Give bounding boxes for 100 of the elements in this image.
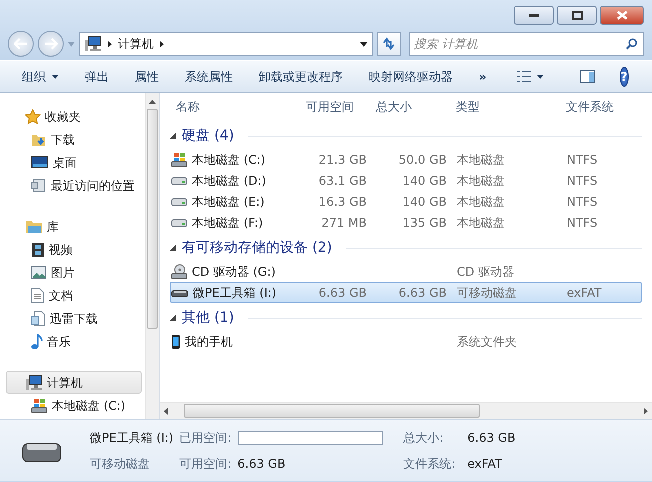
list-view-icon bbox=[516, 70, 531, 82]
detail-label: 已用空间: bbox=[180, 430, 232, 446]
table-cell: NTFS bbox=[567, 216, 598, 230]
search-field[interactable]: 搜索 计算机 bbox=[409, 32, 644, 56]
file-row[interactable]: 我的手机 系统文件夹 bbox=[170, 331, 642, 352]
drive-icon bbox=[171, 218, 188, 228]
sidebar-scrollbar[interactable] bbox=[145, 93, 159, 419]
back-button[interactable] bbox=[8, 31, 34, 57]
sidebar-label: 最近访问的位置 bbox=[51, 178, 135, 194]
sidebar-label: 收藏夹 bbox=[45, 108, 81, 126]
sidebar-label: 本地磁盘 (C:) bbox=[52, 398, 126, 414]
sidebar-item[interactable]: 收藏夹 bbox=[6, 105, 142, 128]
sidebar-label: 迅雷下载 bbox=[50, 310, 98, 328]
group-heading[interactable]: 有可移动存储的设备 (2) bbox=[182, 238, 332, 258]
group-heading[interactable]: 其他 (1) bbox=[182, 308, 234, 328]
table-cell: 可移动磁盘 bbox=[457, 286, 517, 300]
pane-icon bbox=[580, 70, 596, 84]
sidebar-item[interactable]: 桌面 bbox=[6, 151, 142, 174]
drive-name: 本地磁盘 (D:) bbox=[192, 172, 266, 190]
sidebar-item[interactable]: 下载 bbox=[6, 128, 142, 151]
column-header[interactable]: 名称 bbox=[170, 98, 300, 116]
computer-icon bbox=[84, 36, 102, 52]
refresh-button[interactable] bbox=[377, 32, 401, 56]
breadcrumb-item[interactable]: 计算机 bbox=[118, 35, 154, 53]
toolbar-button[interactable]: 属性 bbox=[127, 64, 167, 88]
table-cell: 271 MB bbox=[322, 216, 367, 230]
file-row[interactable]: 本地磁盘 (C:) 21.3 GB 50.0 GB 本地磁盘 NTFS bbox=[170, 149, 642, 170]
minimize-icon bbox=[529, 14, 539, 18]
sidebar-label: 图片 bbox=[51, 264, 75, 282]
column-header[interactable]: 文件系统 bbox=[560, 98, 630, 116]
picture-icon bbox=[31, 266, 47, 280]
column-header[interactable]: 可用空间 bbox=[300, 98, 370, 116]
file-row[interactable]: 本地磁盘 (E:) 16.3 GB 140 GB 本地磁盘 NTFS bbox=[170, 191, 642, 212]
sidebar-label: 桌面 bbox=[53, 154, 77, 172]
maximize-button[interactable] bbox=[557, 6, 597, 25]
group-heading[interactable]: 硬盘 (4) bbox=[182, 126, 234, 146]
file-row[interactable]: 本地磁盘 (F:) 271 MB 135 GB 本地磁盘 NTFS bbox=[170, 212, 642, 233]
caret-icon bbox=[536, 74, 544, 78]
detail-label: 文件系统: bbox=[404, 456, 457, 472]
toolbar-button[interactable]: 系统属性 bbox=[177, 64, 241, 88]
breadcrumb-arrow-icon bbox=[160, 40, 164, 48]
table-cell: NTFS bbox=[567, 174, 598, 188]
scroll-up-icon[interactable] bbox=[149, 100, 156, 104]
refresh-arrows-icon bbox=[382, 37, 396, 51]
drive-type: 可移动磁盘 bbox=[90, 456, 151, 472]
sidebar-item[interactable]: 库 bbox=[6, 215, 142, 238]
drive-name: 本地磁盘 (C:) bbox=[192, 152, 266, 168]
toolbar-button[interactable]: 卸载或更改程序 bbox=[251, 64, 351, 88]
file-row[interactable]: 本地磁盘 (D:) 63.1 GB 140 GB 本地磁盘 NTFS bbox=[170, 170, 642, 191]
file-row[interactable]: 微PE工具箱 (I:) 6.63 GB 6.63 GB 可移动磁盘 exFAT bbox=[170, 282, 642, 303]
more-button[interactable]: » bbox=[471, 64, 495, 88]
drive-name: CD 驱动器 (G:) bbox=[192, 264, 276, 280]
windows-drive-icon bbox=[31, 398, 48, 414]
table-cell: 系统文件夹 bbox=[457, 334, 517, 348]
music-note-icon bbox=[31, 334, 43, 350]
document-icon bbox=[31, 288, 45, 304]
toolbar-button[interactable]: 组织 bbox=[14, 64, 67, 88]
sidebar-item[interactable]: 文档 bbox=[6, 284, 142, 307]
toolbar-button[interactable]: 弹出 bbox=[77, 64, 117, 88]
sidebar-item[interactable]: 音乐 bbox=[6, 330, 142, 353]
detail-label: 总大小: bbox=[404, 430, 445, 446]
search-icon bbox=[626, 38, 638, 50]
sidebar-item[interactable]: 视频 bbox=[6, 238, 142, 261]
sidebar-item[interactable]: 最近访问的位置 bbox=[6, 174, 142, 197]
scroll-left-icon[interactable] bbox=[164, 408, 168, 414]
help-button[interactable]: ? bbox=[620, 66, 629, 86]
sidebar-item[interactable]: 本地磁盘 (C:) bbox=[6, 394, 142, 417]
sidebar-label: 音乐 bbox=[47, 334, 71, 350]
drive-name: 我的手机 bbox=[185, 334, 233, 350]
desktop-icon bbox=[31, 156, 49, 170]
drive-name: 本地磁盘 (F:) bbox=[192, 214, 264, 232]
column-header[interactable]: 类型 bbox=[450, 98, 560, 116]
toolbar-button[interactable]: 映射网络驱动器 bbox=[361, 64, 461, 88]
sidebar-label: 下载 bbox=[51, 132, 75, 148]
download-document-icon bbox=[31, 310, 46, 326]
recent-places-icon bbox=[31, 178, 47, 194]
star-icon bbox=[25, 108, 41, 124]
drive-name: 微PE工具箱 (I:) bbox=[193, 284, 277, 302]
drive-name: 本地磁盘 (E:) bbox=[192, 194, 265, 210]
windows-drive-icon bbox=[171, 152, 188, 168]
table-cell: 21.3 GB bbox=[318, 152, 367, 166]
scroll-right-icon[interactable] bbox=[644, 408, 648, 414]
film-icon bbox=[31, 242, 45, 258]
minimize-button[interactable] bbox=[514, 6, 554, 25]
forward-button[interactable] bbox=[38, 31, 64, 57]
sidebar-label: 计算机 bbox=[47, 374, 83, 392]
table-cell: 50.0 GB bbox=[398, 152, 447, 166]
horizontal-scrollbar[interactable] bbox=[160, 402, 652, 419]
table-cell: 135 GB bbox=[402, 216, 447, 230]
close-button[interactable] bbox=[600, 6, 644, 25]
detail-label: 可用空间: bbox=[180, 456, 232, 472]
file-row[interactable]: CD 驱动器 (G:) CD 驱动器 bbox=[170, 261, 642, 282]
table-cell: exFAT bbox=[567, 286, 602, 300]
sidebar-item[interactable]: 图片 bbox=[6, 261, 142, 284]
column-header[interactable]: 总大小 bbox=[370, 98, 450, 116]
address-bar[interactable]: 计算机 bbox=[79, 32, 373, 56]
sidebar-item[interactable]: 计算机 bbox=[6, 371, 142, 394]
sidebar-item[interactable]: 迅雷下载 bbox=[6, 307, 142, 330]
caret-icon bbox=[52, 74, 59, 78]
table-cell: NTFS bbox=[567, 152, 598, 166]
